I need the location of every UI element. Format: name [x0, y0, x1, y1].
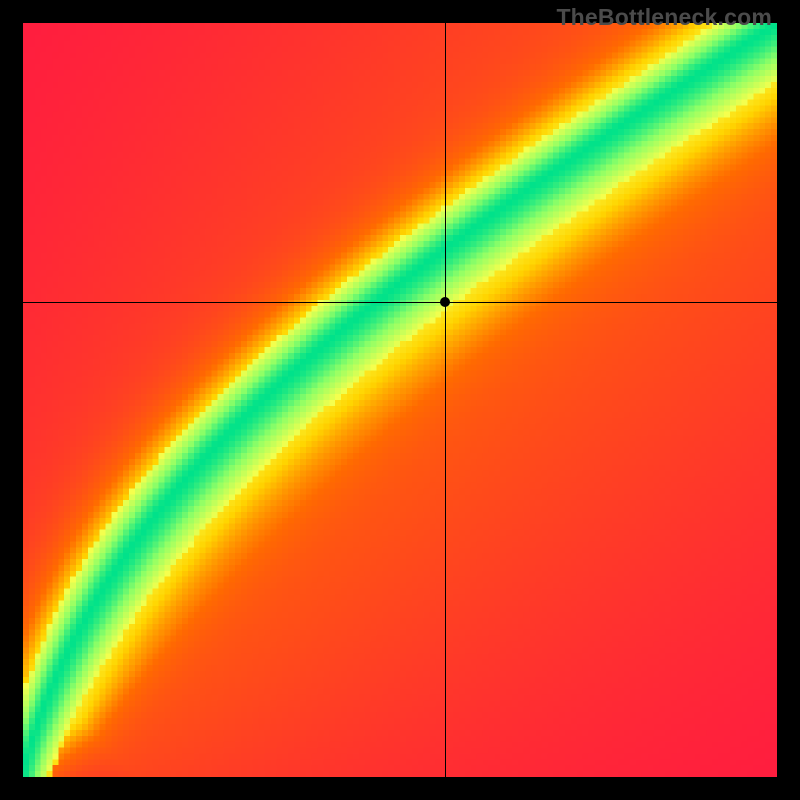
stage: TheBottleneck.com — [0, 0, 800, 800]
heatmap-plot — [23, 23, 777, 777]
watermark-text: TheBottleneck.com — [556, 4, 772, 31]
crosshair-horizontal — [23, 302, 777, 303]
marker-dot — [440, 297, 450, 307]
heatmap-canvas — [23, 23, 777, 777]
crosshair-vertical — [445, 23, 446, 777]
